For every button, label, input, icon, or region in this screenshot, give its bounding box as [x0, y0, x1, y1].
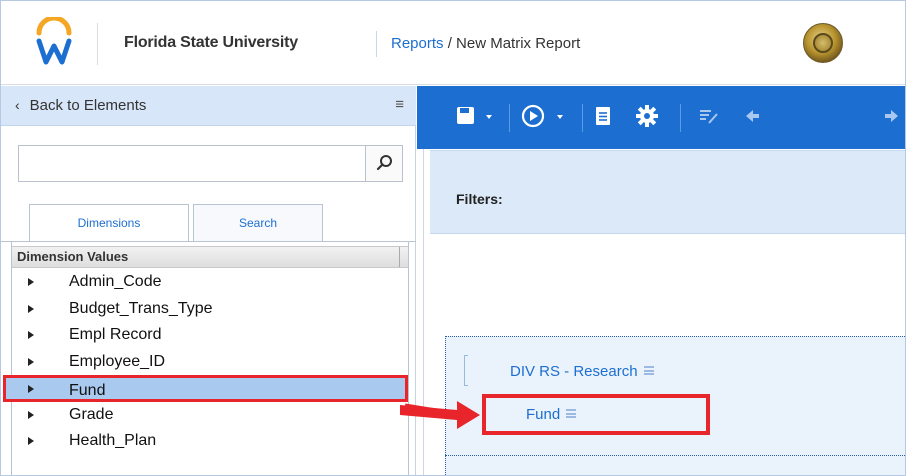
- dimension-item-health-plan[interactable]: Health_Plan: [12, 428, 408, 455]
- filters-bar: Filters:: [430, 150, 905, 234]
- toolbar-divider: [680, 104, 681, 132]
- breadcrumb-current: New Matrix Report: [456, 35, 581, 52]
- breadcrumb: Reports / New Matrix Report: [391, 35, 580, 52]
- dimension-values-header: Dimension Values: [12, 246, 408, 268]
- hamburger-icon[interactable]: ≡: [395, 96, 404, 113]
- dimension-item-label: Fund: [69, 382, 106, 399]
- row-label: Fund: [526, 406, 561, 423]
- top-header: Florida State University Reports / New M…: [1, 1, 905, 85]
- organization-name: Florida State University: [124, 34, 298, 51]
- dimension-item-grade[interactable]: Grade: [12, 402, 408, 429]
- dimension-values-title: Dimension Values: [17, 249, 129, 264]
- document-icon[interactable]: [593, 103, 613, 129]
- dimension-item-employee-id[interactable]: Employee_ID: [12, 349, 408, 376]
- dimension-item-label: Empl Record: [69, 326, 162, 343]
- expand-arrow-icon[interactable]: [28, 278, 34, 286]
- search-button[interactable]: [365, 146, 402, 181]
- back-bar: ‹ Back to Elements ≡: [1, 86, 416, 126]
- breadcrumb-separator: /: [443, 35, 457, 52]
- pane-divider: [423, 149, 424, 475]
- dimension-item-label: Employee_ID: [69, 352, 166, 370]
- dimension-item-label: Grade: [69, 405, 114, 423]
- expand-arrow-icon[interactable]: [28, 331, 34, 339]
- expand-arrow-icon[interactable]: [28, 357, 34, 366]
- edit-icon[interactable]: [697, 103, 721, 129]
- tab-dimensions[interactable]: Dimensions: [29, 204, 189, 242]
- expand-arrow-icon[interactable]: [28, 304, 34, 313]
- dimension-item-empl-record[interactable]: Empl Record: [12, 322, 408, 349]
- back-label: Back to Elements: [29, 97, 147, 114]
- dimension-item-label: Admin_Code: [69, 273, 162, 290]
- search-input[interactable]: [19, 146, 364, 181]
- run-icon[interactable]: [520, 103, 548, 129]
- app-window: Florida State University Reports / New M…: [0, 0, 906, 476]
- arrow-left-icon[interactable]: [743, 103, 761, 129]
- breadcrumb-divider: [376, 31, 377, 57]
- dimension-list: Admin_Code Budget_Trans_Type Empl Record…: [3, 269, 408, 455]
- row-label: DIV RS - Research: [510, 363, 638, 380]
- tab-search[interactable]: Search: [193, 204, 323, 241]
- column-resize-handle[interactable]: [399, 247, 404, 267]
- dimension-item-label: Health_Plan: [69, 432, 157, 449]
- chevron-left-icon: ‹: [15, 97, 20, 113]
- toolbar-divider: [582, 104, 583, 132]
- expand-arrow-icon[interactable]: [28, 410, 34, 419]
- row-header-fund-highlight: Fund: [482, 394, 710, 435]
- dimension-values-panel: Dimension Values Admin_Code Budget_Trans…: [3, 242, 409, 475]
- university-seal-icon[interactable]: [803, 23, 843, 63]
- header-divider: [97, 23, 98, 65]
- save-dropdown-caret-icon[interactable]: [486, 115, 492, 119]
- back-to-elements-link[interactable]: ‹ Back to Elements: [15, 97, 146, 114]
- drop-zone-bottom-border: [445, 455, 905, 456]
- row-header-fund[interactable]: Fund: [526, 406, 577, 423]
- breadcrumb-reports-link[interactable]: Reports: [391, 35, 444, 52]
- save-icon[interactable]: [455, 103, 477, 129]
- expand-arrow-icon[interactable]: [28, 385, 34, 393]
- workday-logo-icon[interactable]: [35, 17, 73, 67]
- elements-panel: ‹ Back to Elements ≡ Dimensions Search Di…: [1, 86, 416, 475]
- arrow-right-icon[interactable]: [883, 103, 901, 129]
- dimension-item-budget-trans-type[interactable]: Budget_Trans_Type: [12, 296, 408, 323]
- run-dropdown-caret-icon[interactable]: [557, 115, 563, 119]
- filters-label: Filters:: [456, 191, 503, 207]
- search-icon: [376, 155, 392, 171]
- settings-icon[interactable]: [634, 103, 660, 129]
- expand-arrow-icon[interactable]: [28, 437, 34, 445]
- hierarchy-icon[interactable]: [643, 365, 654, 375]
- hierarchy-icon[interactable]: [566, 408, 577, 418]
- row-group-bracket: [464, 355, 468, 386]
- dimension-item-label: Budget_Trans_Type: [69, 299, 213, 317]
- row-header-div-rs[interactable]: DIV RS - Research: [510, 363, 654, 380]
- dimension-item-fund[interactable]: Fund: [3, 375, 408, 402]
- dimension-item-admin-code[interactable]: Admin_Code: [12, 269, 408, 296]
- toolbar-divider: [509, 104, 510, 132]
- search-box: [18, 145, 403, 182]
- report-toolbar: [417, 86, 905, 149]
